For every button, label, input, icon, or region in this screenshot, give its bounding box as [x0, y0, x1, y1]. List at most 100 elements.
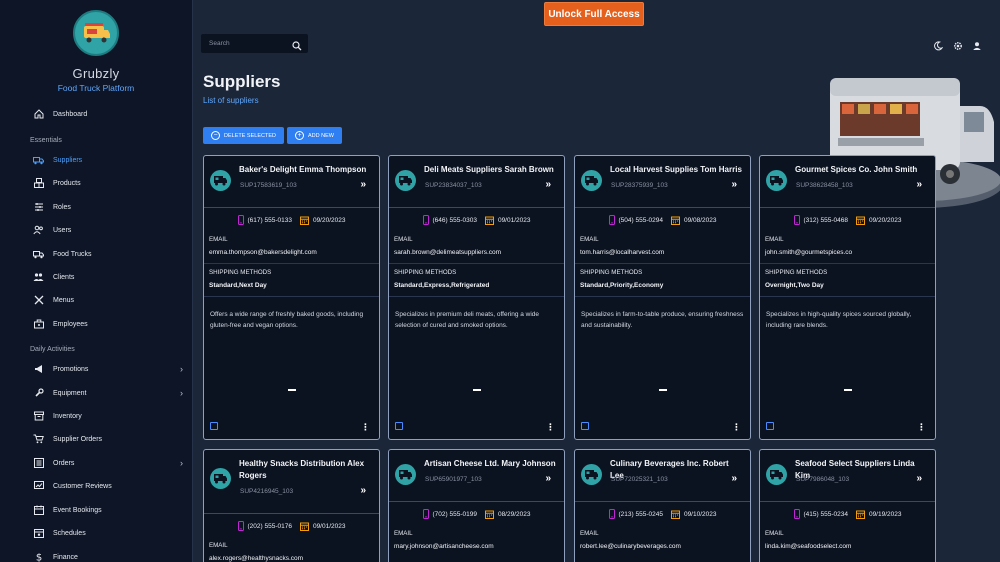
more-options-icon[interactable]: ⋮: [732, 423, 741, 432]
supplier-id: SUP7986048_103: [796, 476, 850, 483]
supplier-email: emma.thompson@bakersdelight.com: [209, 249, 317, 256]
supplier-date: 09/01/2023: [497, 216, 531, 224]
sidebar-item-equipment[interactable]: Equipment ›: [0, 382, 192, 404]
sidebar-item-roles[interactable]: Roles: [0, 196, 192, 218]
sidebar-item-label: Event Bookings: [53, 506, 102, 514]
supplier-card[interactable]: Baker's Delight Emma Thompson SUP17583619…: [203, 155, 380, 440]
sidebar-item-suppliers[interactable]: Suppliers: [0, 149, 192, 171]
sidebar-item-supplier-orders[interactable]: Supplier Orders: [0, 428, 192, 450]
select-checkbox[interactable]: [766, 422, 774, 430]
card-header: Healthy Snacks Distribution Alex Rogers S…: [204, 450, 379, 514]
card-header: Seafood Select Suppliers Linda Kim SUP798…: [760, 450, 935, 502]
app-tagline: Food Truck Platform: [57, 83, 135, 93]
supplier-card[interactable]: Local Harvest Supplies Tom Harris SUP2837…: [574, 155, 751, 440]
truck-icon: [33, 155, 44, 166]
sidebar-item-promotions[interactable]: Promotions ›: [0, 358, 192, 380]
open-details-chevron-icon[interactable]: »: [731, 179, 737, 190]
supplier-email: linda.kim@seafoodselect.com: [765, 543, 852, 550]
unlock-full-access-button[interactable]: Unlock Full Access: [544, 2, 644, 26]
supplier-email: mary.johnson@artisancheese.com: [394, 543, 494, 550]
sidebar-item-label: Users: [53, 226, 72, 234]
supplier-name: Baker's Delight Emma Thompson: [239, 165, 367, 174]
divider: [204, 296, 379, 297]
sidebar-item-event-bookings[interactable]: Event Bookings: [0, 499, 192, 521]
sidebar-item-label: Roles: [53, 203, 71, 211]
sidebar-item-menus[interactable]: Menus: [0, 289, 192, 311]
open-details-chevron-icon[interactable]: »: [916, 179, 922, 190]
email-label: EMAIL: [394, 530, 413, 537]
chevron-right-icon: ›: [180, 458, 183, 468]
supplier-date: 08/29/2023: [497, 510, 531, 518]
email-label: EMAIL: [209, 542, 228, 549]
supplier-card[interactable]: Deli Meats Suppliers Sarah Brown SUP23834…: [388, 155, 565, 440]
open-details-chevron-icon[interactable]: »: [916, 473, 922, 484]
supplier-card[interactable]: Culinary Beverages Inc. Robert Lee SUP720…: [574, 449, 751, 562]
sidebar-item-schedules[interactable]: Schedules: [0, 522, 192, 544]
open-details-chevron-icon[interactable]: »: [731, 473, 737, 484]
supplier-phone: (312) 555-0468: [803, 216, 848, 224]
supplier-description: Specializes in farm-to-table produce, en…: [581, 311, 744, 329]
phone-icon: [237, 215, 244, 225]
open-details-chevron-icon[interactable]: »: [545, 179, 551, 190]
supplier-card[interactable]: Healthy Snacks Distribution Alex Rogers S…: [203, 449, 380, 562]
supplier-phone: (702) 555-0199: [432, 510, 477, 518]
supplier-card[interactable]: Artisan Cheese Ltd. Mary Johnson SUP65901…: [388, 449, 565, 562]
supplier-id: SUP38628458_103: [796, 182, 853, 189]
supplier-card[interactable]: Gourmet Spices Co. John Smith SUP38628458…: [759, 155, 936, 440]
sidebar: Grubzly Food Truck Platform Dashboard Es…: [0, 0, 193, 562]
sidebar-item-customer-reviews[interactable]: Customer Reviews: [0, 475, 192, 497]
contact-row: (202) 555-0176 09/01/2023: [204, 514, 379, 538]
page-title: Suppliers: [203, 72, 281, 91]
supplier-email: john.smith@gourmetspices.co: [765, 249, 853, 256]
home-icon: [33, 109, 44, 120]
more-options-icon[interactable]: ⋮: [917, 423, 926, 432]
open-details-chevron-icon[interactable]: »: [360, 485, 366, 496]
shipping-methods-label: SHIPPING METHODS: [765, 269, 828, 276]
open-details-chevron-icon[interactable]: »: [360, 179, 366, 190]
dark-mode-icon[interactable]: [933, 38, 944, 56]
supplier-email: sarah.brown@delimeatsuppliers.com: [394, 249, 502, 256]
page-subtitle: List of suppliers: [203, 96, 259, 105]
sidebar-item-label: Food Trucks: [53, 250, 92, 258]
user-profile-icon[interactable]: [972, 38, 982, 56]
supplier-date: 09/10/2023: [683, 510, 717, 518]
sidebar-item-inventory[interactable]: Inventory: [0, 405, 192, 427]
food-truck-logo-icon: [73, 10, 119, 56]
list-icon: [33, 458, 44, 469]
supplier-id: SUP65901977_103: [425, 476, 482, 483]
contact-row: (702) 555-0199 08/29/2023: [389, 502, 564, 526]
sidebar-item-finance[interactable]: $ Finance: [0, 546, 192, 562]
more-options-icon[interactable]: ⋮: [361, 423, 370, 432]
settings-gear-icon[interactable]: [953, 38, 963, 56]
supplier-id: SUP4216945_103: [240, 488, 294, 495]
sidebar-item-label: Supplier Orders: [53, 435, 103, 443]
sidebar-item-dashboard[interactable]: Dashboard: [0, 103, 192, 125]
search-icon[interactable]: [292, 38, 302, 56]
phone-icon: [793, 509, 800, 519]
delete-selected-button[interactable]: − DELETE SELECTED: [203, 127, 284, 144]
sidebar-item-food-trucks[interactable]: Food Trucks: [0, 243, 192, 265]
calendar-icon: [484, 216, 494, 225]
select-checkbox[interactable]: [210, 422, 218, 430]
supplier-phone: (213) 555-0245: [618, 510, 663, 518]
sidebar-item-clients[interactable]: Clients: [0, 266, 192, 288]
supplier-shipping-methods: Standard,Next Day: [209, 282, 267, 289]
more-options-icon[interactable]: ⋮: [546, 423, 555, 432]
sidebar-item-label: Suppliers: [53, 156, 83, 164]
card-header: Gourmet Spices Co. John Smith SUP38628458…: [760, 156, 935, 208]
select-checkbox[interactable]: [581, 422, 589, 430]
open-details-chevron-icon[interactable]: »: [545, 473, 551, 484]
select-checkbox[interactable]: [395, 422, 403, 430]
sidebar-item-orders[interactable]: Orders ›: [0, 452, 192, 474]
calendar-icon: [855, 510, 865, 519]
search-input[interactable]: [209, 40, 289, 47]
supplier-date: 09/20/2023: [312, 216, 346, 224]
calendar-icon: [484, 510, 494, 519]
divider: [389, 296, 564, 297]
sidebar-item-users[interactable]: Users: [0, 219, 192, 241]
supplier-card[interactable]: Seafood Select Suppliers Linda Kim SUP798…: [759, 449, 936, 562]
sidebar-item-products[interactable]: Products: [0, 172, 192, 194]
supplier-phone: (617) 555-0133: [247, 216, 292, 224]
add-new-button[interactable]: + ADD NEW: [287, 127, 342, 144]
sidebar-item-employees[interactable]: Employees: [0, 313, 192, 335]
